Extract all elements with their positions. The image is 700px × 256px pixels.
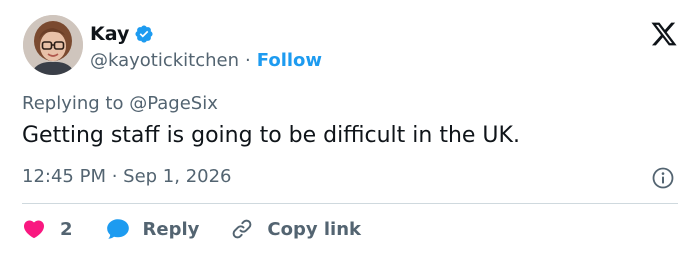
info-icon[interactable] bbox=[651, 166, 675, 190]
author-name-row: Kay bbox=[90, 22, 154, 46]
like-count: 2 bbox=[60, 218, 73, 240]
copy-link-button[interactable]: Copy link bbox=[229, 216, 361, 242]
x-logo-icon[interactable] bbox=[650, 20, 678, 48]
heart-icon bbox=[22, 217, 46, 241]
tweet-text: Getting staff is going to be difficult i… bbox=[22, 123, 520, 148]
avatar-image bbox=[23, 15, 83, 75]
reply-context: Replying to @PageSix bbox=[22, 93, 218, 114]
author-handle-row: @kayotickitchen · Follow bbox=[90, 48, 322, 72]
separator-dot: · bbox=[245, 49, 251, 71]
reply-context-mention[interactable]: @PageSix bbox=[129, 93, 218, 114]
reply-context-prefix: Replying to bbox=[22, 93, 124, 114]
like-button[interactable]: 2 bbox=[22, 217, 73, 241]
copy-link-label: Copy link bbox=[267, 218, 361, 240]
divider bbox=[22, 203, 678, 204]
reply-label: Reply bbox=[142, 218, 200, 240]
author-name[interactable]: Kay bbox=[90, 23, 129, 45]
author-handle[interactable]: @kayotickitchen bbox=[90, 50, 239, 71]
follow-button[interactable]: Follow bbox=[257, 50, 322, 71]
tweet-timestamp[interactable]: 12:45 PM · Sep 1, 2026 bbox=[22, 166, 232, 187]
avatar[interactable] bbox=[23, 15, 83, 75]
reply-button[interactable]: Reply bbox=[105, 216, 200, 242]
speech-bubble-icon bbox=[105, 216, 131, 242]
verified-badge-icon[interactable] bbox=[134, 24, 154, 44]
action-bar: 2 Reply Copy link bbox=[22, 214, 361, 244]
link-icon bbox=[229, 216, 255, 242]
